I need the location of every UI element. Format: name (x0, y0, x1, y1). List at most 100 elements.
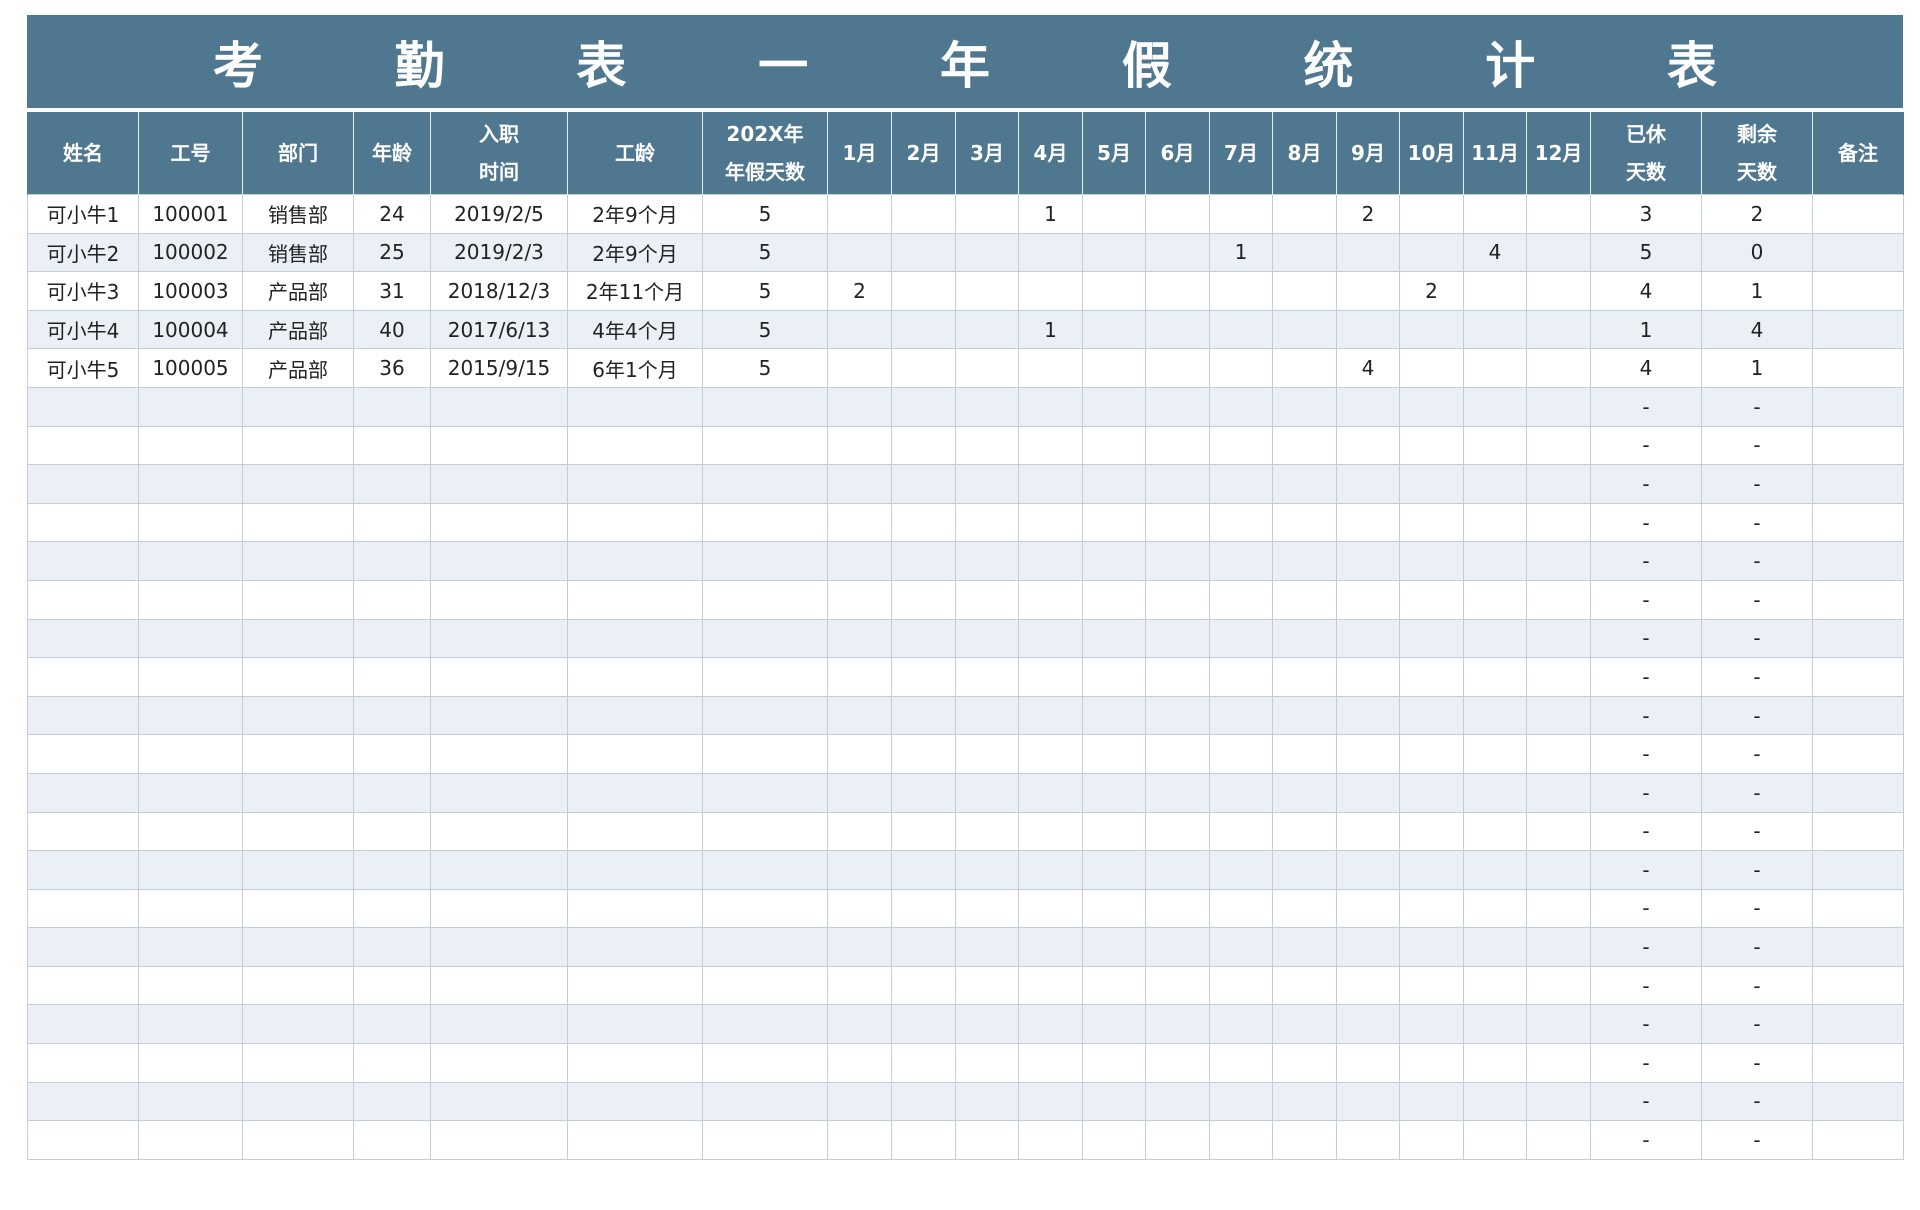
table-cell[interactable] (353, 888, 431, 929)
table-cell[interactable] (827, 888, 892, 929)
table-cell[interactable] (1018, 811, 1083, 852)
table-cell[interactable] (702, 811, 828, 852)
table-cell[interactable] (1812, 1120, 1904, 1160)
table-cell[interactable] (1526, 927, 1591, 967)
table-cell[interactable] (138, 579, 243, 620)
table-cell[interactable] (1209, 309, 1273, 350)
table-cell[interactable] (27, 657, 139, 697)
table-cell[interactable] (1018, 965, 1083, 1006)
table-cell[interactable] (1272, 1081, 1337, 1122)
table-cell[interactable] (27, 1004, 139, 1045)
table-cell[interactable]: 4 (1590, 271, 1702, 311)
table-cell[interactable] (827, 734, 892, 774)
table-cell[interactable] (1209, 811, 1273, 852)
table-cell[interactable]: 100003 (138, 271, 243, 311)
table-cell[interactable]: 2015/9/15 (430, 348, 568, 388)
table-cell[interactable] (1082, 386, 1146, 427)
table-cell[interactable] (1082, 927, 1146, 967)
table-cell[interactable] (1082, 618, 1146, 659)
table-cell[interactable] (1812, 579, 1904, 620)
table-cell[interactable]: 100004 (138, 309, 243, 350)
table-cell[interactable] (353, 695, 431, 736)
table-cell[interactable]: 1 (1018, 194, 1083, 234)
table-cell[interactable] (955, 309, 1019, 350)
table-cell[interactable] (1018, 695, 1083, 736)
table-cell[interactable] (1145, 502, 1210, 543)
table-cell[interactable] (27, 618, 139, 659)
table-cell[interactable] (1209, 194, 1273, 234)
table-cell[interactable] (1812, 1004, 1904, 1045)
table-cell[interactable] (27, 425, 139, 466)
table-cell[interactable]: - (1701, 1120, 1813, 1160)
table-cell[interactable] (242, 657, 354, 697)
table-cell[interactable] (955, 502, 1019, 543)
table-cell[interactable] (1399, 927, 1464, 967)
table-cell[interactable] (1399, 888, 1464, 929)
table-cell[interactable] (1209, 348, 1273, 388)
table-cell[interactable]: - (1701, 502, 1813, 543)
table-cell[interactable] (1082, 541, 1146, 581)
table-cell[interactable]: - (1590, 772, 1702, 813)
table-cell[interactable] (1272, 348, 1337, 388)
table-cell[interactable] (955, 927, 1019, 967)
table-cell[interactable] (1399, 579, 1464, 620)
table-cell[interactable] (827, 348, 892, 388)
table-cell[interactable] (891, 541, 956, 581)
table-cell[interactable] (827, 618, 892, 659)
table-cell[interactable] (1526, 309, 1591, 350)
table-cell[interactable] (1399, 1043, 1464, 1083)
table-cell[interactable] (430, 772, 568, 813)
table-cell[interactable] (1526, 1081, 1591, 1122)
table-cell[interactable] (1336, 618, 1400, 659)
table-cell[interactable] (1399, 464, 1464, 504)
table-cell[interactable] (1145, 271, 1210, 311)
table-cell[interactable]: 可小牛4 (27, 309, 139, 350)
table-cell[interactable]: - (1701, 618, 1813, 659)
table-cell[interactable] (1018, 348, 1083, 388)
table-cell[interactable]: - (1701, 965, 1813, 1006)
table-cell[interactable] (1812, 965, 1904, 1006)
table-cell[interactable] (27, 541, 139, 581)
table-cell[interactable] (1812, 425, 1904, 466)
table-cell[interactable] (1018, 541, 1083, 581)
table-cell[interactable] (1526, 888, 1591, 929)
table-cell[interactable] (955, 888, 1019, 929)
table-cell[interactable] (702, 386, 828, 427)
table-cell[interactable] (1272, 1120, 1337, 1160)
table-cell[interactable] (1082, 772, 1146, 813)
table-cell[interactable] (138, 618, 243, 659)
table-cell[interactable] (1812, 618, 1904, 659)
table-cell[interactable] (891, 1081, 956, 1122)
table-cell[interactable] (242, 850, 354, 890)
table-cell[interactable] (1272, 888, 1337, 929)
table-cell[interactable] (1272, 541, 1337, 581)
table-cell[interactable] (827, 579, 892, 620)
table-cell[interactable] (1399, 965, 1464, 1006)
table-cell[interactable] (1082, 657, 1146, 697)
table-cell[interactable] (827, 695, 892, 736)
table-cell[interactable] (1336, 657, 1400, 697)
table-cell[interactable] (1272, 194, 1337, 234)
table-cell[interactable] (1336, 425, 1400, 466)
table-cell[interactable] (1399, 425, 1464, 466)
table-cell[interactable]: 4 (1463, 232, 1527, 273)
table-cell[interactable] (1812, 309, 1904, 350)
table-cell[interactable] (891, 850, 956, 890)
table-cell[interactable] (1082, 888, 1146, 929)
table-cell[interactable] (567, 618, 703, 659)
table-cell[interactable]: - (1590, 927, 1702, 967)
table-cell[interactable] (430, 541, 568, 581)
table-cell[interactable] (1463, 811, 1527, 852)
table-cell[interactable] (1272, 850, 1337, 890)
table-cell[interactable] (242, 1081, 354, 1122)
table-cell[interactable] (242, 618, 354, 659)
table-cell[interactable] (702, 618, 828, 659)
table-cell[interactable] (353, 464, 431, 504)
table-cell[interactable] (955, 1081, 1019, 1122)
table-cell[interactable] (1209, 386, 1273, 427)
table-cell[interactable] (1145, 194, 1210, 234)
table-cell[interactable] (955, 734, 1019, 774)
table-cell[interactable] (702, 657, 828, 697)
table-cell[interactable] (827, 811, 892, 852)
table-cell[interactable] (1082, 271, 1146, 311)
